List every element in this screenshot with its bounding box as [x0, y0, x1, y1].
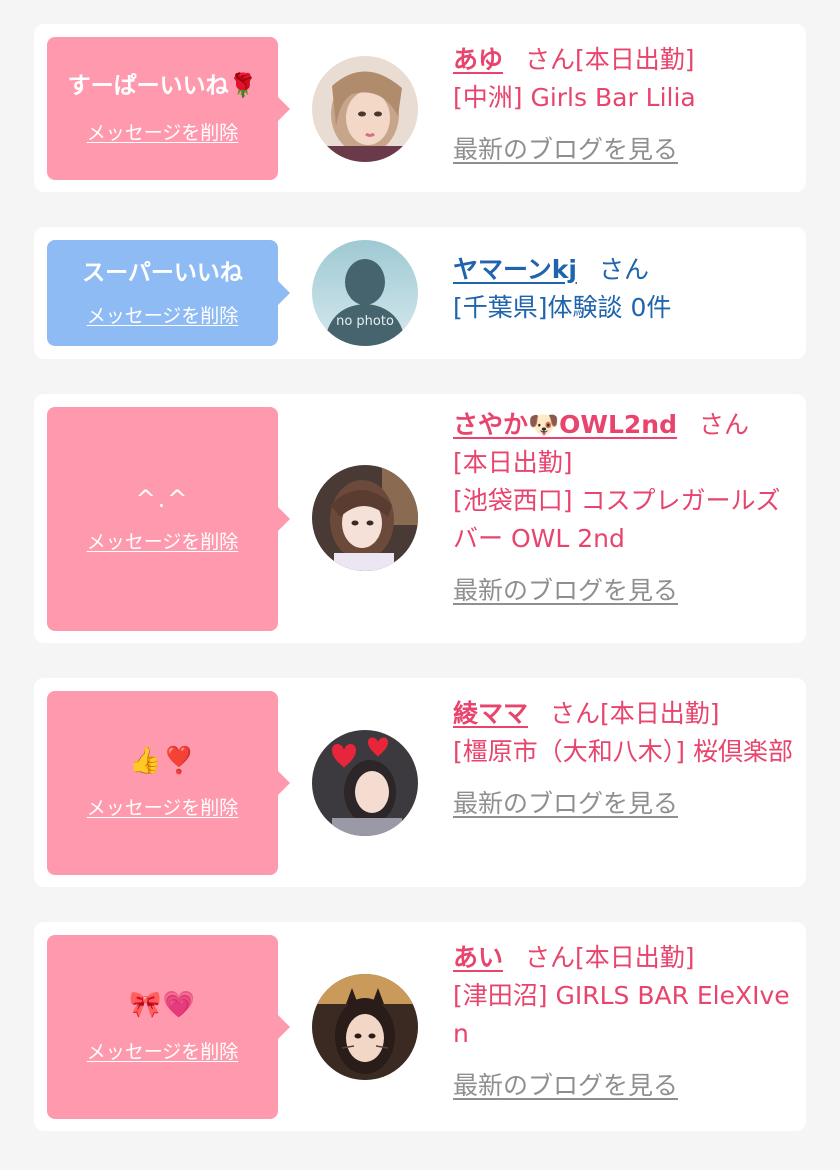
message-bubble: スーパーいいね メッセージを削除 [47, 240, 290, 346]
message-card: すーぱーいいね🌹 メッセージを削除 あゆ さん[本日出勤] [中洲] Girls … [34, 24, 806, 192]
delete-message-link[interactable]: メッセージを削除 [87, 1037, 239, 1064]
avatar[interactable] [312, 56, 418, 162]
no-photo-label: no photo [336, 314, 394, 329]
cast-photo-icon [312, 730, 418, 836]
name-line: あゆ さん[本日出勤] [453, 41, 797, 79]
cast-photo-icon [312, 974, 418, 1080]
cast-name-link[interactable]: ヤマーンkj [453, 255, 577, 284]
name-line: さやか🐶OWL2nd さん [453, 406, 797, 444]
message-bubble: 👍❣️ メッセージを削除 [47, 691, 290, 875]
shop-name: [橿原市（大和八木）] 桜倶楽部 [453, 737, 793, 766]
shop-name: [千葉県]体験談 0件 [453, 293, 672, 322]
name-line: ヤマーンkj さん [453, 251, 797, 289]
message-list: すーぱーいいね🌹 メッセージを削除 あゆ さん[本日出勤] [中洲] Girls … [0, 0, 840, 1170]
cast-suffix: さん[本日出勤] [525, 943, 695, 972]
avatar[interactable] [312, 730, 418, 836]
name-line: あい さん[本日出勤] [453, 939, 797, 977]
cast-photo-icon [312, 56, 418, 162]
latest-blog-link[interactable]: 最新のブログを見る [453, 131, 678, 169]
message-bubble: 🎀💗 メッセージを削除 [47, 935, 290, 1119]
name-line: 綾ママ さん[本日出勤] [453, 695, 797, 733]
delete-message-link[interactable]: メッセージを削除 [87, 118, 239, 145]
message-bubble: ^.^ メッセージを削除 [47, 407, 290, 631]
delete-message-link[interactable]: メッセージを削除 [87, 527, 239, 554]
message-card: ^.^ メッセージを削除 さやか🐶OWL2nd さん [本日出勤] [池袋西口] … [34, 394, 806, 643]
shop-name: [中洲] Girls Bar Lilia [453, 83, 696, 112]
message-bubble: すーぱーいいね🌹 メッセージを削除 [47, 37, 290, 180]
cast-info: あゆ さん[本日出勤] [中洲] Girls Bar Lilia 最新のブログを見… [453, 41, 797, 169]
cast-info: 綾ママ さん[本日出勤] [橿原市（大和八木）] 桜倶楽部 最新のブログを見る [453, 695, 797, 823]
no-photo-silhouette-icon: no photo [312, 240, 418, 346]
latest-blog-link[interactable]: 最新のブログを見る [453, 785, 678, 823]
message-text: すーぱーいいね🌹 [67, 73, 258, 99]
cast-info: あい さん[本日出勤] [津田沼] GIRLS BAR EleXIven 最新のブ… [453, 939, 797, 1105]
message-card: スーパーいいね メッセージを削除 no photo ヤマーンkj さん [千葉県… [34, 227, 806, 359]
cast-suffix: さん [598, 255, 649, 284]
delete-message-link[interactable]: メッセージを削除 [87, 793, 239, 820]
cast-name-link[interactable]: あい [453, 943, 503, 972]
cast-suffix: さん[本日出勤] [550, 699, 720, 728]
message-card: 🎀💗 メッセージを削除 あい さん[本日出勤] [津田沼] GIRLS BAR E [34, 922, 806, 1131]
cast-name-link[interactable]: さやか🐶OWL2nd [453, 410, 677, 439]
cast-info: さやか🐶OWL2nd さん [本日出勤] [池袋西口] コスプレガールズバー OW… [453, 406, 797, 610]
avatar[interactable]: no photo [312, 240, 418, 346]
message-card: 👍❣️ メッセージを削除 綾ママ さん[本日出勤] [橿原市（大和八木）] 桜倶楽… [34, 678, 806, 887]
latest-blog-link[interactable]: 最新のブログを見る [453, 1067, 678, 1105]
avatar[interactable] [312, 974, 418, 1080]
cast-photo-icon [312, 465, 418, 571]
avatar[interactable] [312, 465, 418, 571]
cast-info: ヤマーンkj さん [千葉県]体験談 0件 [453, 251, 797, 327]
message-text: スーパーいいね [82, 259, 243, 286]
latest-blog-link[interactable]: 最新のブログを見る [453, 572, 678, 610]
shop-name: [池袋西口] コスプレガールズバー OWL 2nd [453, 486, 781, 553]
message-text: 👍❣️ [129, 745, 196, 776]
shop-name: [津田沼] GIRLS BAR EleXIven [453, 981, 790, 1048]
message-text: ^.^ [135, 484, 190, 513]
cast-name-link[interactable]: 綾ママ [453, 699, 528, 728]
cast-name-link[interactable]: あゆ [453, 45, 503, 74]
cast-suffix: さん[本日出勤] [525, 45, 695, 74]
status-text: [本日出勤] [453, 448, 573, 477]
delete-message-link[interactable]: メッセージを削除 [87, 301, 239, 328]
message-text: 🎀💗 [129, 989, 196, 1020]
cast-suffix: さん [698, 410, 749, 439]
